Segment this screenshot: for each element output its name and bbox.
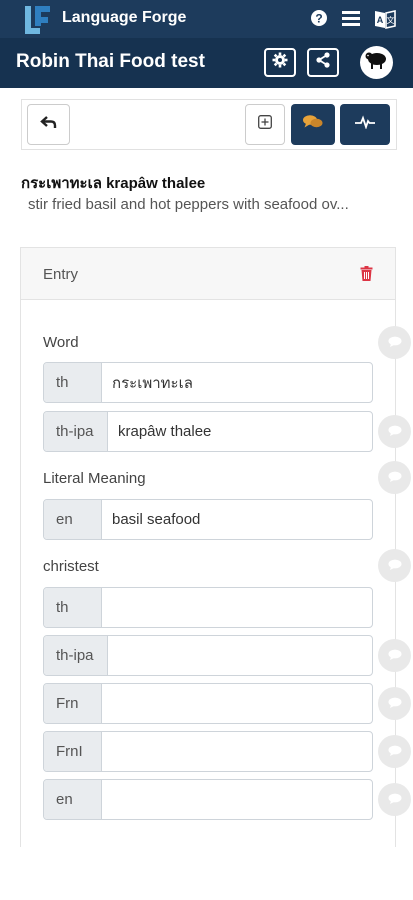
field-label-word: Word (43, 334, 79, 351)
lang-tag: th (44, 363, 102, 402)
svg-text:A: A (377, 15, 384, 25)
comment-bubble-christest-th-ipa[interactable] (378, 639, 411, 672)
field-label-christest: christest (43, 558, 99, 575)
lang-tag: en (44, 500, 102, 539)
comments-icon (302, 114, 324, 135)
input-row-christest-th-ipa[interactable]: th-ipa (43, 635, 373, 676)
christest-th-value[interactable] (102, 588, 372, 627)
entry-header-label: Entry (43, 266, 79, 283)
lang-tag: FrnI (44, 732, 102, 771)
delete-entry-button[interactable] (360, 266, 373, 286)
comment-bubble-christest-en[interactable] (378, 783, 411, 816)
expand-fields-button[interactable] (245, 104, 285, 145)
input-row-christest-th[interactable]: th (43, 587, 373, 628)
lang-tag: Frn (44, 684, 102, 723)
lang-tag: th (44, 588, 102, 627)
word-headword: กระเพาทะเล krapâw thalee (21, 175, 206, 192)
settings-gear-icon (272, 52, 288, 73)
settings-button[interactable] (264, 48, 296, 77)
app-name[interactable]: Language Forge (62, 9, 186, 27)
activity-icon (354, 115, 376, 134)
literal-meaning-en-value[interactable]: basil seafood (102, 500, 372, 539)
comment-bubble-icon (388, 695, 402, 713)
svg-text:?: ? (315, 12, 322, 26)
expand-fields-icon (258, 115, 272, 134)
word-th-ipa-value[interactable]: krapâw thalee (108, 412, 372, 451)
word-th-value[interactable]: กระเพาทะเล (102, 363, 372, 402)
input-row-word-th-ipa[interactable]: th-ipa krapâw thalee (43, 411, 373, 452)
lang-tag: th-ipa (44, 636, 108, 675)
comments-button[interactable] (291, 104, 335, 145)
activity-button[interactable] (340, 104, 390, 145)
input-row-word-th[interactable]: th กระเพาทะเล (43, 362, 373, 403)
comment-bubble-word[interactable] (378, 326, 411, 359)
christest-en-value[interactable] (102, 780, 372, 819)
share-button[interactable] (307, 48, 339, 77)
input-row-christest-frn[interactable]: Frn (43, 683, 373, 724)
share-icon (315, 52, 331, 73)
input-row-christest-frni[interactable]: FrnI (43, 731, 373, 772)
comment-bubble-icon (388, 647, 402, 665)
project-title: Robin Thai Food test (16, 51, 205, 72)
language-icon[interactable]: A文 (374, 9, 396, 34)
comment-bubble-icon (388, 423, 402, 441)
lang-tag: en (44, 780, 102, 819)
svg-text:文: 文 (387, 15, 395, 25)
field-label-literal-meaning: Literal Meaning (43, 470, 146, 487)
input-row-literal-meaning-en[interactable]: en basil seafood (43, 499, 373, 540)
comment-bubble-icon (388, 469, 402, 487)
comment-bubble-icon (388, 743, 402, 761)
trash-icon (360, 266, 373, 285)
back-button[interactable] (27, 104, 70, 145)
comment-bubble-christest-frni[interactable] (378, 735, 411, 768)
comment-bubble-christest[interactable] (378, 549, 411, 582)
user-avatar[interactable] (360, 46, 393, 79)
christest-frn-value[interactable] (102, 684, 372, 723)
comment-bubble-christest-frn[interactable] (378, 687, 411, 720)
back-arrow-icon (39, 114, 58, 135)
avatar-sheep-icon (364, 49, 390, 76)
input-row-christest-en[interactable]: en (43, 779, 373, 820)
hamburger-menu-icon[interactable] (341, 9, 361, 32)
lang-tag: th-ipa (44, 412, 108, 451)
comment-bubble-icon (388, 334, 402, 352)
project-bar: Robin Thai Food test (0, 38, 413, 88)
language-forge-logo-icon[interactable] (22, 4, 54, 41)
top-navbar: Language Forge ? A文 (0, 0, 413, 38)
christest-frni-value[interactable] (102, 732, 372, 771)
comment-bubble-icon (388, 557, 402, 575)
comment-bubble-word-th-ipa[interactable] (378, 415, 411, 448)
word-summary: stir fried basil and hot peppers with se… (28, 196, 349, 213)
christest-th-ipa-value[interactable] (108, 636, 372, 675)
help-icon[interactable]: ? (310, 9, 328, 32)
comment-bubble-literal-meaning[interactable] (378, 461, 411, 494)
comment-bubble-icon (388, 791, 402, 809)
